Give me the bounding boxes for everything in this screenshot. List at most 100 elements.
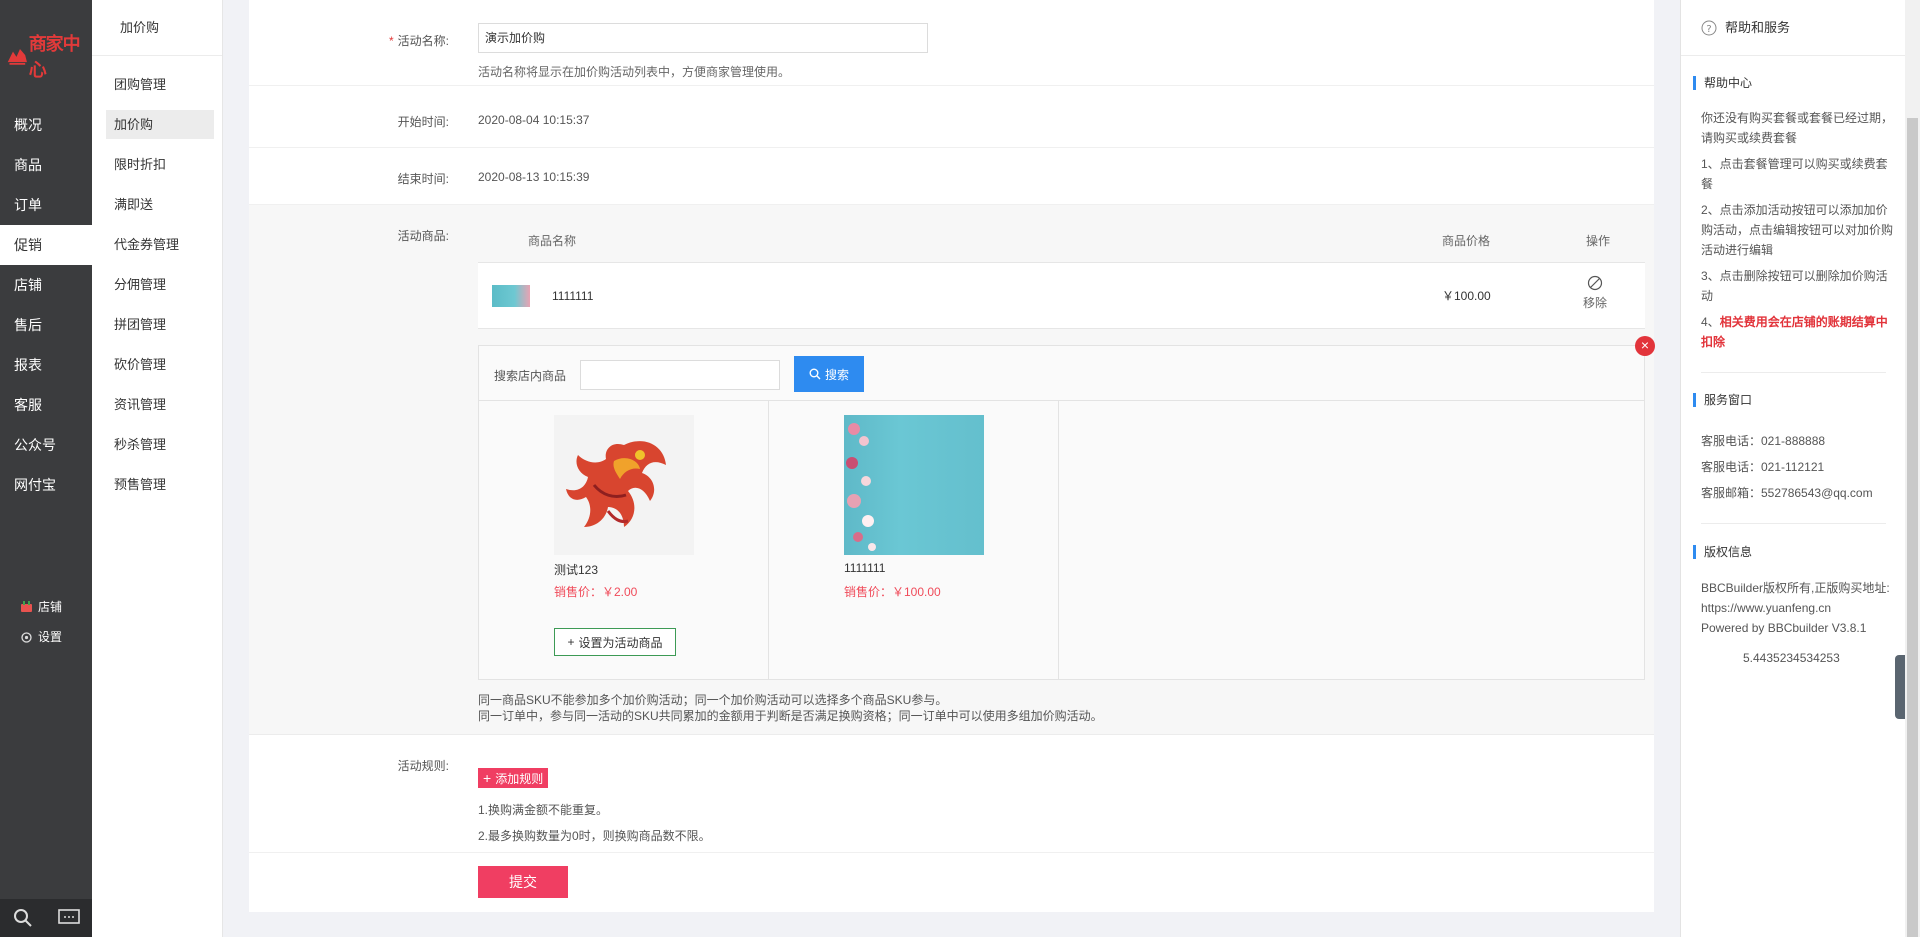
sub-nav-list: 团购管理 加价购 限时折扣 满即送 代金券管理 分佣管理 拼团管理 砍价管理 资… [92,56,222,499]
sub-item-group-purchase[interactable]: 拼团管理 [106,310,214,339]
table-header: 商品名称 商品价格 操作 [478,219,1645,263]
activity-name-hint: 活动名称将显示在加价购活动列表中，方便商家管理使用。 [478,65,791,79]
version-number: 5.4435234534253 [1743,651,1840,665]
col-price-header: 商品价格 [1442,234,1491,248]
shop-icon [21,601,32,612]
sub-sidebar: 加价购 团购管理 加价购 限时折扣 满即送 代金券管理 分佣管理 拼团管理 砍价… [92,0,223,937]
plus-icon: + [483,770,492,786]
row-activity-rules: 活动规则: + 添加规则 1.换购满金额不能重复。 2.最多换购数量为0时，则换… [249,735,1654,853]
service-window-text: 客服电话：021-888888 客服电话：021-112121 客服邮箱：552… [1701,434,1873,500]
search-button-label: 搜索 [824,367,849,382]
service-window-title: 服务窗口 [1693,393,1752,407]
sub-item-full-gift[interactable]: 满即送 [106,190,214,219]
search-label: 搜索店内商品 [494,369,567,383]
nav-item-promotion[interactable]: 促销 [0,225,92,265]
product-card: 1111111 销售价：￥100.00 [769,401,1059,679]
shop-link[interactable]: 店铺 [0,592,92,622]
sub-item-add-price-buy[interactable]: 加价购 [106,110,214,139]
row-activity-name: * 活动名称: 演示加价购 活动名称将显示在加价购活动列表中，方便商家管理使用。 [249,0,1654,86]
row-activity-goods: 活动商品: 商品名称 商品价格 操作 1111111 ￥100.00 移除 × … [249,205,1655,735]
product-price: 销售价：￥100.00 [844,585,941,599]
nav-item-wangfubao[interactable]: 网付宝 [0,465,92,505]
nav-item-official-account[interactable]: 公众号 [0,425,92,465]
start-time-label: 开始时间: [397,115,449,129]
phoenix-image [566,441,666,527]
sub-sidebar-title: 加价购 [92,0,222,56]
end-time-value[interactable]: 2020-08-13 10:15:39 [478,170,589,184]
product-image[interactable] [844,415,984,555]
sub-item-group-buy[interactable]: 团购管理 [106,70,214,99]
help-header: ? 帮助和服务 [1681,0,1905,56]
main-sidebar: 商家中心 概况 商品 订单 促销 店铺 售后 报表 客服 公众号 网付宝 店铺 … [0,0,92,937]
help-title: 帮助和服务 [1725,19,1791,35]
set-as-activity-goods-button[interactable]: + 设置为活动商品 [554,628,676,656]
divider [1701,523,1886,524]
row-end-time: 结束时间: 2020-08-13 10:15:39 [249,148,1654,205]
col-action-header: 操作 [1586,234,1611,248]
search-input[interactable] [580,360,780,390]
picker-search-bar: 搜索店内商品 搜索 [479,346,1644,401]
help-center-text: 你还没有购买套餐或套餐已经过期，请购买或续费套餐 1、点击套餐管理可以购买或续费… [1701,111,1894,349]
message-icon[interactable] [57,909,80,927]
product-card: 测试123 销售价：￥2.00 + 设置为活动商品 [479,401,769,679]
main-nav: 概况 商品 订单 促销 店铺 售后 报表 客服 公众号 网付宝 [0,105,92,505]
sidebar-footer [0,899,92,937]
end-time-label: 结束时间: [397,172,449,186]
page-scrollbar[interactable] [1905,0,1920,937]
row-start-time: 开始时间: 2020-08-04 10:15:37 [249,86,1654,148]
product-image[interactable] [554,415,694,555]
activity-goods-label: 活动商品: [397,229,449,243]
sub-item-seckill[interactable]: 秒杀管理 [106,430,214,459]
goods-name: 1111111 [552,289,594,303]
product-cards: 测试123 销售价：￥2.00 + 设置为活动商品 1111111 销售价：￥1… [479,401,1059,679]
gear-icon [21,631,32,643]
plus-icon: + [567,635,575,649]
nav-item-after-sales[interactable]: 售后 [0,305,92,345]
main-content: * 活动名称: 演示加价购 活动名称将显示在加价购活动列表中，方便商家管理使用。 … [224,0,1669,937]
sub-item-presale[interactable]: 预售管理 [106,470,214,499]
submit-button[interactable]: 提交 [478,866,568,898]
search-icon [809,368,821,380]
form-panel: * 活动名称: 演示加价购 活动名称将显示在加价购活动列表中，方便商家管理使用。 … [249,0,1655,912]
copyright-title: 版权信息 [1693,545,1752,559]
add-rule-button[interactable]: + 添加规则 [478,768,549,788]
divider [1701,372,1886,373]
nav-item-orders[interactable]: 订单 [0,185,92,225]
table-row: 1111111 ￥100.00 移除 [478,263,1645,329]
nav-item-customer-service[interactable]: 客服 [0,385,92,425]
goods-picker: × 搜索店内商品 搜索 测试123 销售价：￥2.00 + 设置为活动商品 11… [478,336,1655,680]
sub-item-bargain[interactable]: 砍价管理 [106,350,214,379]
sub-item-news[interactable]: 资讯管理 [106,390,214,419]
search-button[interactable]: 搜索 [794,356,864,392]
logo[interactable]: 商家中心 [6,34,88,81]
question-icon: ? [1701,20,1717,35]
sub-item-voucher[interactable]: 代金券管理 [106,230,214,259]
shop-link-label: 店铺 [38,600,63,614]
help-panel: ? 帮助和服务 帮助中心 你还没有购买套餐或套餐已经过期，请购买或续费套餐 1、… [1680,0,1905,937]
goods-thumbnail [492,285,530,307]
nav-item-overview[interactable]: 概况 [0,105,92,145]
activity-name-input[interactable]: 演示加价购 [478,23,928,53]
flower-image [846,423,876,551]
start-time-value[interactable]: 2020-08-04 10:15:37 [478,113,589,127]
activity-rules-label: 活动规则: [397,759,449,773]
goods-note: 同一商品SKU不能参加多个加价购活动；同一个加价购活动可以选择多个商品SKU参与… [478,693,948,707]
nav-item-shop[interactable]: 店铺 [0,265,92,305]
nav-item-reports[interactable]: 报表 [0,345,92,385]
svg-text:?: ? [1706,24,1711,35]
remove-button[interactable]: 移除 [1575,275,1615,311]
set-button-label: 设置为活动商品 [578,635,663,650]
side-tab-handle[interactable] [1895,655,1905,719]
nav-item-goods[interactable]: 商品 [0,145,92,185]
sidebar-bottom-links: 店铺 设置 [0,592,92,652]
sub-item-commission[interactable]: 分佣管理 [106,270,214,299]
selected-goods-table: 商品名称 商品价格 操作 1111111 ￥100.00 移除 [478,219,1645,329]
sub-item-flash-discount[interactable]: 限时折扣 [106,150,214,179]
search-icon[interactable] [13,908,33,928]
logo-text: 商家中心 [28,34,81,81]
goods-price: ￥100.00 [1442,289,1491,303]
logo-bird-icon [7,49,27,65]
settings-link[interactable]: 设置 [0,622,92,652]
rule-note: 2.最多换购数量为0时，则换购商品数不限。 [478,829,711,843]
scrollbar-thumb[interactable] [1907,118,1918,937]
